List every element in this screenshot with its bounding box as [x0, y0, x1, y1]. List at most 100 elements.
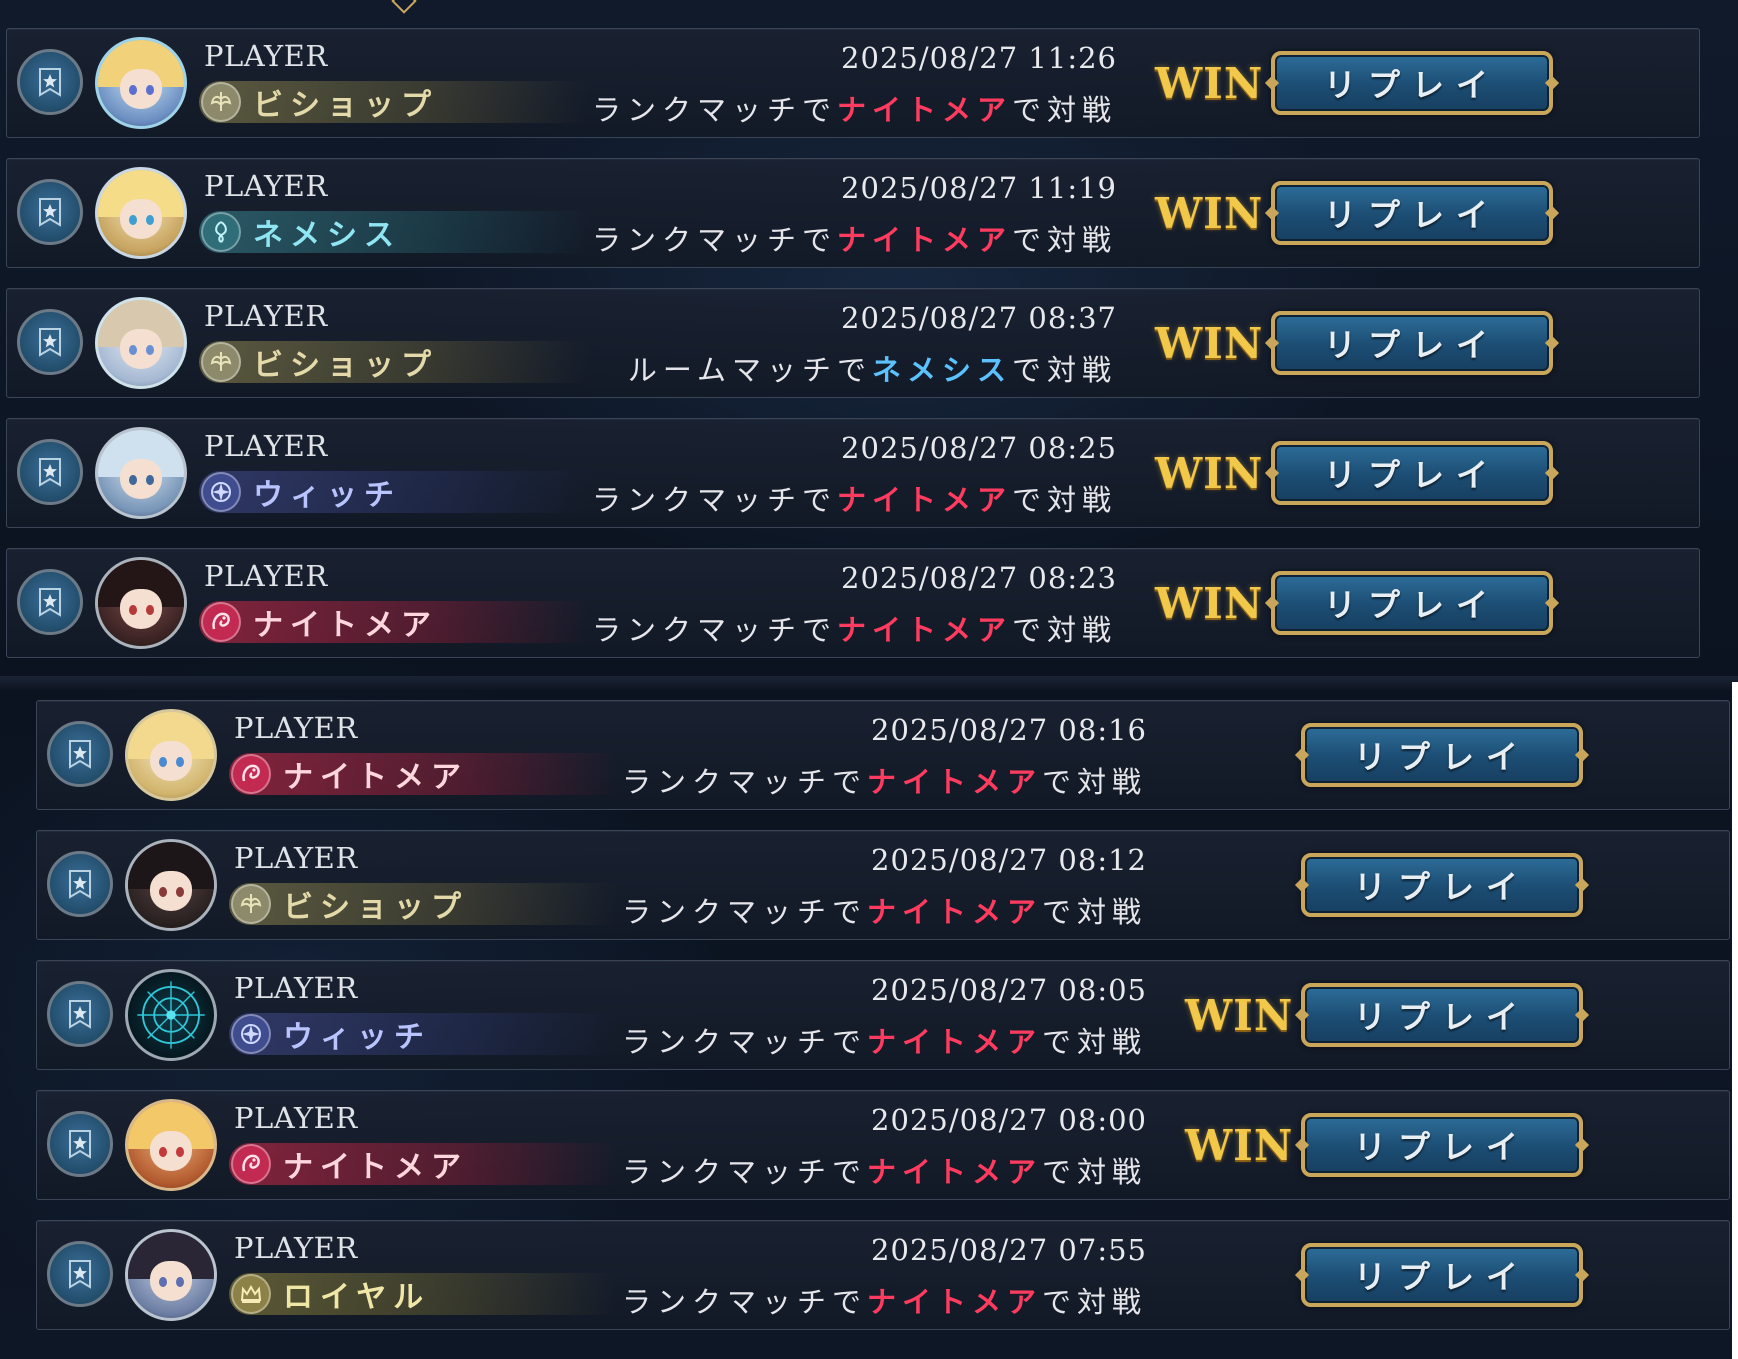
class-tag: ロイヤル	[229, 1271, 619, 1317]
witch-class-icon	[201, 472, 241, 512]
avatar[interactable]	[125, 969, 217, 1061]
avatar[interactable]	[95, 427, 187, 519]
avatar[interactable]	[95, 297, 187, 389]
win-label: WIN	[1155, 189, 1264, 238]
match-mode: ランクマッチで	[621, 1285, 867, 1319]
match-datetime: 2025/08/27 11:26	[841, 41, 1117, 75]
class-name: ロイヤル	[283, 1280, 431, 1315]
avatar[interactable]	[125, 1229, 217, 1321]
opponent-class: ネメシス	[871, 353, 1012, 387]
class-name: ビショップ	[253, 88, 438, 123]
avatar[interactable]	[95, 167, 187, 259]
player-name: PLAYER	[234, 711, 358, 745]
favorite-bookmark-button[interactable]	[17, 179, 83, 245]
avatar[interactable]	[95, 557, 187, 649]
win-label: WIN	[1155, 319, 1264, 368]
class-tag: ナイトメア	[229, 751, 619, 797]
match-description: ランクマッチでナイトメアで対戦	[622, 1149, 1147, 1191]
match-description: ランクマッチでナイトメアで対戦	[592, 87, 1117, 129]
player-name: PLAYER	[204, 169, 328, 203]
bookmark-star-icon	[39, 68, 61, 97]
player-name: PLAYER	[204, 299, 328, 333]
replay-button[interactable]: リプレイ	[1301, 853, 1583, 917]
match-row: PLAYER ナイトメア 2025/08/27 08:23 ランクマッチでナイト…	[6, 548, 1700, 658]
replay-button[interactable]: リプレイ	[1271, 311, 1553, 375]
class-name: ビショップ	[253, 348, 438, 383]
bookmark-star-icon	[69, 1260, 91, 1289]
favorite-bookmark-button[interactable]	[17, 49, 83, 115]
nightmare-class-icon	[201, 602, 241, 642]
match-row: PLAYER ナイトメア 2025/08/27 08:00 ランクマッチでナイト…	[36, 1090, 1730, 1200]
match-datetime: 2025/08/27 08:00	[871, 1103, 1147, 1137]
player-name: PLAYER	[204, 559, 328, 593]
favorite-bookmark-button[interactable]	[47, 981, 113, 1047]
match-row: PLAYER ウィッチ 2025/08/27 08:05 ランクマッチでナイトメ…	[36, 960, 1730, 1070]
opponent-class: ナイトメア	[836, 483, 1012, 517]
favorite-bookmark-button[interactable]	[17, 439, 83, 505]
win-label: WIN	[1155, 579, 1264, 628]
match-datetime: 2025/08/27 08:25	[841, 431, 1117, 465]
bookmark-star-icon	[39, 328, 61, 357]
match-datetime: 2025/08/27 08:37	[841, 301, 1117, 335]
class-tag: ネメシス	[199, 209, 589, 255]
favorite-bookmark-button[interactable]	[17, 309, 83, 375]
nightmare-class-icon	[231, 1144, 271, 1184]
class-tag: ウィッチ	[199, 469, 589, 515]
class-name: ビショップ	[283, 890, 468, 925]
class-name: ナイトメア	[283, 1150, 468, 1185]
win-label: WIN	[1155, 59, 1264, 108]
opponent-class: ナイトメア	[866, 1025, 1042, 1059]
class-tag: ビショップ	[199, 339, 589, 385]
match-row: PLAYER ビショップ 2025/08/27 11:26 ランクマッチでナイト…	[6, 28, 1700, 138]
opponent-class: ナイトメア	[836, 223, 1012, 257]
replay-button[interactable]: リプレイ	[1301, 983, 1583, 1047]
bookmark-star-icon	[39, 198, 61, 227]
favorite-bookmark-button[interactable]	[47, 1241, 113, 1307]
avatar[interactable]	[125, 839, 217, 931]
class-name: ネメシス	[253, 218, 401, 253]
favorite-bookmark-button[interactable]	[47, 851, 113, 917]
replay-button[interactable]: リプレイ	[1271, 51, 1553, 115]
win-label: WIN	[1155, 449, 1264, 498]
bookmark-star-icon	[69, 870, 91, 899]
class-name: ナイトメア	[253, 608, 438, 643]
favorite-bookmark-button[interactable]	[17, 569, 83, 635]
match-datetime: 2025/08/27 08:12	[871, 843, 1147, 877]
match-datetime: 2025/08/27 08:23	[841, 561, 1117, 595]
player-name: PLAYER	[234, 1231, 358, 1265]
avatar[interactable]	[125, 1099, 217, 1191]
player-name: PLAYER	[234, 841, 358, 875]
match-mode: ランクマッチで	[621, 765, 867, 799]
match-suffix: で対戦	[1011, 613, 1117, 647]
replay-button[interactable]: リプレイ	[1301, 1243, 1583, 1307]
match-suffix: で対戦	[1041, 765, 1147, 799]
match-suffix: で対戦	[1011, 223, 1117, 257]
replay-button[interactable]: リプレイ	[1271, 571, 1553, 635]
match-mode: ランクマッチで	[621, 1025, 867, 1059]
opponent-class: ナイトメア	[836, 613, 1012, 647]
match-row: PLAYER ビショップ 2025/08/27 08:12 ランクマッチでナイト…	[36, 830, 1730, 940]
favorite-bookmark-button[interactable]	[47, 721, 113, 787]
opponent-class: ナイトメア	[866, 895, 1042, 929]
replay-button[interactable]: リプレイ	[1271, 441, 1553, 505]
match-mode: ランクマッチで	[591, 93, 837, 127]
match-row: PLAYER ビショップ 2025/08/27 08:37 ルームマッチでネメシ…	[6, 288, 1700, 398]
class-tag: ナイトメア	[199, 599, 589, 645]
class-tag: ナイトメア	[229, 1141, 619, 1187]
avatar[interactable]	[95, 37, 187, 129]
match-suffix: で対戦	[1011, 353, 1117, 387]
match-description: ランクマッチでナイトメアで対戦	[622, 1279, 1147, 1321]
match-datetime: 2025/08/27 07:55	[871, 1233, 1147, 1267]
match-description: ランクマッチでナイトメアで対戦	[622, 1019, 1147, 1061]
avatar[interactable]	[125, 709, 217, 801]
nemesis-class-icon	[201, 212, 241, 252]
match-description: ランクマッチでナイトメアで対戦	[592, 477, 1117, 519]
replay-button[interactable]: リプレイ	[1271, 181, 1553, 245]
favorite-bookmark-button[interactable]	[47, 1111, 113, 1177]
match-description: ルームマッチでネメシスで対戦	[628, 347, 1117, 389]
screenshot-seam	[0, 676, 1738, 690]
replay-button[interactable]: リプレイ	[1301, 723, 1583, 787]
bishop-class-icon	[231, 884, 271, 924]
replay-button[interactable]: リプレイ	[1301, 1113, 1583, 1177]
match-row: PLAYER ナイトメア 2025/08/27 08:16 ランクマッチでナイト…	[36, 700, 1730, 810]
